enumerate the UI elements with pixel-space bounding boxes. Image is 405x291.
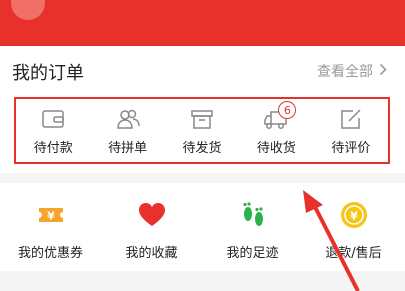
status-label: 待评价 [331, 141, 371, 156]
pending-receipt-count-badge: 6 [278, 101, 297, 119]
services-row: ¥ 我的优惠券 我的收藏 我的足迹 ¥ 退款/售后 [0, 183, 405, 271]
svg-text:¥: ¥ [350, 210, 358, 223]
wallet-icon [42, 110, 64, 128]
view-all-orders-link[interactable]: 查看全部 [317, 61, 387, 81]
chevron-right-icon [379, 63, 387, 80]
my-orders-title: 我的订单 [12, 63, 84, 84]
my-coupons-item[interactable]: ¥ 我的优惠券 [0, 183, 101, 271]
bottom-spacer [0, 271, 405, 291]
service-label: 退款/售后 [325, 246, 382, 261]
my-services-card: ¥ 我的优惠券 我的收藏 我的足迹 ¥ 退款/售后 [0, 183, 405, 271]
my-favorites-item[interactable]: 我的收藏 [101, 183, 202, 271]
refund-aftersales-item[interactable]: ¥ 退款/售后 [303, 183, 404, 271]
top-header-banner [0, 0, 405, 46]
service-label: 我的收藏 [125, 246, 178, 261]
review-icon [341, 109, 361, 129]
order-status-pending-shipment[interactable]: 待发货 [165, 99, 239, 162]
status-label: 待拼单 [108, 141, 148, 156]
order-status-pending-payment[interactable]: 待付款 [16, 99, 90, 162]
status-label: 待收货 [256, 141, 296, 156]
box-icon [191, 110, 213, 129]
header-decoration [11, 0, 45, 20]
service-label: 我的足迹 [226, 246, 279, 261]
view-all-label: 查看全部 [317, 64, 373, 80]
order-status-pending-receipt[interactable]: 6 待收货 [239, 99, 313, 162]
coupon-icon: ¥ [38, 208, 63, 223]
order-status-highlight-box: 待付款 待拼单 待发货 6 待收货 待评价 [14, 97, 390, 164]
status-label: 待发货 [182, 141, 222, 156]
footprint-icon [242, 202, 263, 226]
order-status-row: 待付款 待拼单 待发货 6 待收货 待评价 [16, 99, 388, 162]
order-status-pending-group[interactable]: 待拼单 [90, 99, 164, 162]
group-icon [116, 109, 140, 129]
svg-text:¥: ¥ [47, 210, 55, 223]
my-footprints-item[interactable]: 我的足迹 [202, 183, 303, 271]
order-status-pending-review[interactable]: 待评价 [314, 99, 388, 162]
status-label: 待付款 [33, 141, 73, 156]
refund-coin-icon: ¥ [340, 202, 367, 228]
heart-icon [138, 203, 165, 226]
service-label: 我的优惠券 [17, 246, 83, 261]
my-orders-card: 我的订单 查看全部 待付款 待拼单 待发货 6 待收货 待评价 [0, 46, 405, 173]
